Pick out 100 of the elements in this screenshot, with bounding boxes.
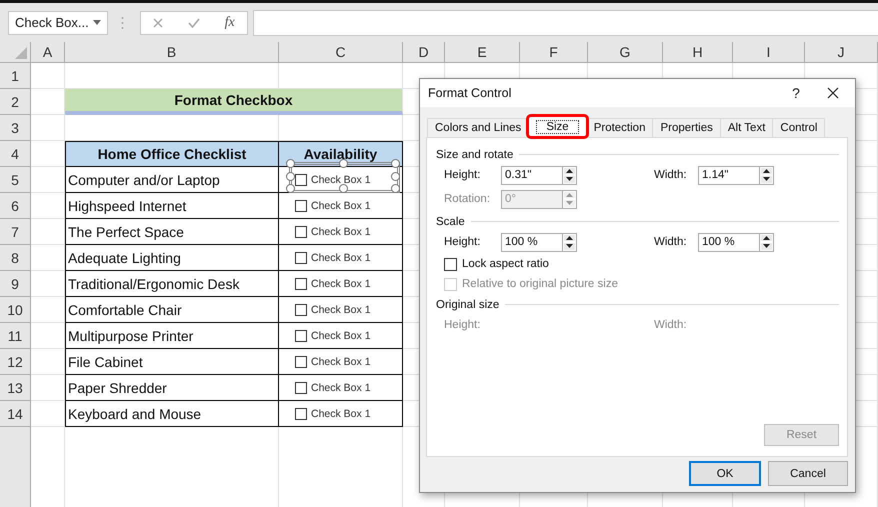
tab[interactable]: Size (528, 116, 587, 137)
tab[interactable]: Colors and Lines (427, 118, 530, 137)
sheet-cell[interactable] (31, 193, 65, 219)
sheet-cell[interactable] (31, 245, 65, 271)
checkbox[interactable] (295, 278, 307, 290)
sheet-cell[interactable] (31, 219, 65, 245)
column-header[interactable]: J (805, 42, 878, 63)
name-box[interactable]: Check Box... (8, 10, 108, 34)
field-label: Height: (444, 236, 482, 248)
down-arrow-icon (763, 244, 770, 248)
spin-down-button[interactable] (564, 176, 575, 182)
field-label: Height: (444, 169, 482, 181)
row-header[interactable]: 9 (0, 271, 31, 297)
tab[interactable]: Control (772, 118, 826, 137)
checkbox[interactable] (295, 304, 307, 316)
spin-down-button[interactable] (564, 243, 575, 250)
input-field[interactable]: 100 % (501, 232, 562, 252)
sheet-cell[interactable] (31, 271, 65, 297)
table-cell: The Perfect Space (65, 219, 279, 245)
checkbox[interactable] (295, 252, 307, 264)
down-arrow-icon (566, 201, 573, 206)
check-icon (188, 18, 200, 28)
down-arrow-icon (566, 244, 573, 248)
row-header[interactable]: 6 (0, 193, 31, 219)
row-header[interactable]: 1 (0, 63, 31, 89)
spin-up-button[interactable] (564, 168, 575, 174)
column-header[interactable]: E (445, 42, 520, 63)
input-field[interactable]: 1.14" (698, 166, 759, 184)
down-arrow-icon (763, 177, 770, 182)
table-cell: Computer and/or Laptop (65, 167, 279, 193)
spin-down-button[interactable] (761, 243, 772, 250)
sheet-cell[interactable] (31, 349, 65, 375)
checkbox[interactable] (295, 226, 307, 238)
field-label: Height: (444, 319, 482, 331)
checkbox[interactable] (295, 330, 307, 342)
checkbox-label: Check Box 1 (311, 356, 371, 368)
row-header[interactable]: 12 (0, 349, 31, 375)
sheet-cell[interactable] (31, 115, 65, 141)
close-icon (153, 18, 164, 28)
table-header: Availability (279, 141, 403, 167)
column-header[interactable]: G (588, 42, 663, 63)
row-header[interactable]: 14 (0, 401, 31, 427)
resize-handle[interactable] (391, 172, 400, 180)
resize-handle[interactable] (286, 172, 295, 180)
checkbox-label: Relative to original picture size (462, 278, 618, 290)
row-header[interactable]: 8 (0, 245, 31, 271)
insert-function-button[interactable]: fx (222, 14, 238, 32)
input-field[interactable]: 0.31" (501, 166, 562, 184)
row-header[interactable]: 3 (0, 115, 31, 141)
down-arrow-icon (566, 177, 573, 182)
sheet-cell[interactable] (31, 401, 65, 427)
column-header[interactable]: D (403, 42, 445, 63)
checkbox[interactable] (295, 200, 307, 212)
checkbox[interactable] (295, 382, 307, 394)
spin-down-button[interactable] (761, 176, 772, 182)
resize-handle[interactable] (338, 184, 348, 193)
section-title: Scale (436, 216, 465, 228)
select-all-icon (15, 47, 27, 59)
row-header[interactable]: 2 (0, 89, 31, 115)
input-field[interactable]: 100 % (698, 232, 759, 252)
row-header[interactable]: 7 (0, 219, 31, 245)
up-arrow-icon (566, 192, 573, 197)
close-icon (827, 87, 839, 99)
sheet-cell[interactable] (31, 323, 65, 349)
field-label: Width: (654, 319, 688, 331)
sheet-cell[interactable] (31, 375, 65, 401)
checkbox[interactable] (295, 174, 307, 186)
checkbox-label: Check Box 1 (311, 330, 371, 342)
section-title: Original size (436, 298, 500, 310)
sheet-cell[interactable] (31, 63, 65, 89)
help-button[interactable]: ? (781, 84, 811, 102)
row-header[interactable]: 11 (0, 323, 31, 349)
checkbox-label: Check Box 1 (311, 200, 371, 212)
column-header[interactable]: B (65, 42, 279, 63)
sheet-cell[interactable] (31, 297, 65, 323)
spin-up-button[interactable] (761, 168, 772, 174)
checkbox[interactable] (295, 408, 307, 420)
column-header[interactable]: A (31, 42, 65, 63)
cancel-button[interactable]: Cancel (768, 461, 848, 486)
row-header[interactable]: 13 (0, 375, 31, 401)
sheet-cell[interactable] (31, 167, 65, 193)
ok-button[interactable]: OK (689, 461, 761, 486)
field-label: Width: (654, 236, 688, 248)
column-header[interactable]: F (520, 42, 588, 63)
row-header[interactable]: 10 (0, 297, 31, 323)
column-header[interactable]: H (663, 42, 733, 63)
spin-up-button[interactable] (564, 234, 575, 241)
resize-handle[interactable] (391, 184, 400, 193)
row-header[interactable]: 4 (0, 141, 31, 167)
checkbox[interactable] (444, 258, 457, 270)
checkbox[interactable] (295, 356, 307, 368)
column-header[interactable]: I (733, 42, 805, 63)
column-header[interactable]: C (279, 42, 403, 63)
checkbox-label: Check Box 1 (311, 382, 371, 394)
row-header[interactable]: 5 (0, 167, 31, 193)
spin-up-button[interactable] (761, 234, 772, 241)
formula-input[interactable] (253, 10, 878, 36)
resize-handle[interactable] (286, 184, 295, 193)
grip-icon (121, 16, 124, 30)
checkbox-label: Check Box 1 (311, 174, 371, 186)
